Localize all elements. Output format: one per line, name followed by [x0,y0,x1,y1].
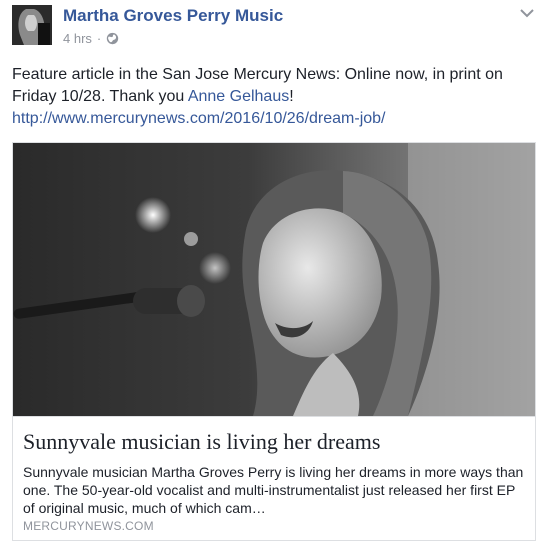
article-preview[interactable]: Sunnyvale musician is living her dreams … [13,416,535,540]
globe-icon[interactable] [106,32,119,45]
chevron-down-icon[interactable] [519,7,535,19]
facebook-post: Martha Groves Perry Music 4 hrs · Featur… [0,0,548,547]
singer-photo [13,143,535,416]
message-text-end: ! [289,88,294,105]
article-title[interactable]: Sunnyvale musician is living her dreams [23,429,380,455]
article-description: Sunnyvale musician Martha Groves Perry i… [23,464,524,516]
profile-photo [12,5,52,45]
post-message: Feature article in the San Jose Mercury … [12,64,532,108]
author-name[interactable]: Martha Groves Perry Music [63,6,283,26]
mention-link[interactable]: Anne Gelhaus [188,88,289,105]
timestamp[interactable]: 4 hrs [63,31,92,46]
article-image[interactable] [13,143,535,416]
link-preview-card[interactable]: Sunnyvale musician is living her dreams … [12,142,536,541]
meta-separator: · [96,31,102,46]
post-meta: 4 hrs · [63,31,119,46]
article-link[interactable]: http://www.mercurynews.com/2016/10/26/dr… [12,110,386,128]
article-domain: MERCURYNEWS.COM [23,519,154,533]
avatar[interactable] [12,5,52,45]
